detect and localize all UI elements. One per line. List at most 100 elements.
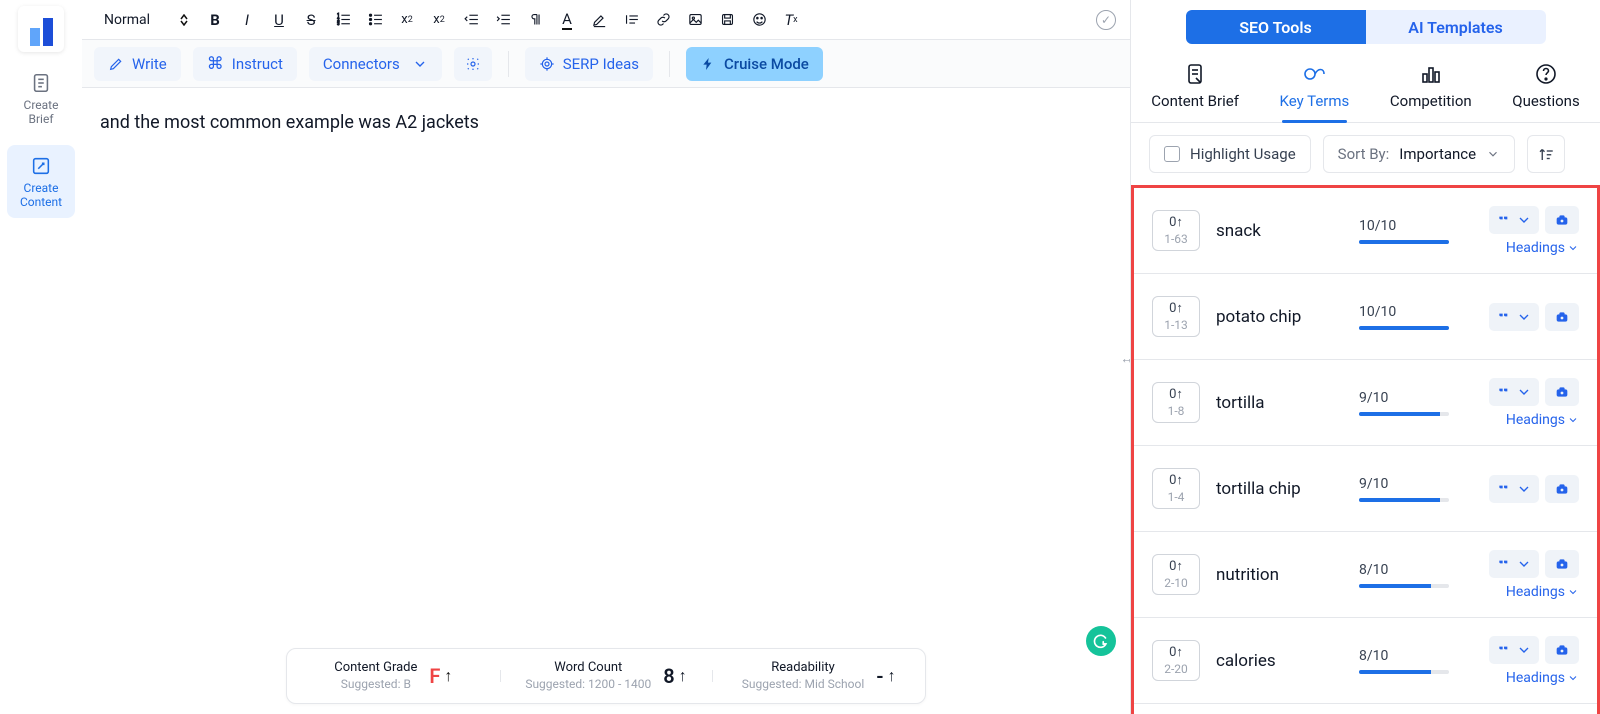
status-check-icon[interactable]: ✓ [1096, 10, 1116, 30]
term-camera-button[interactable] [1545, 636, 1579, 664]
indent-button[interactable] [490, 7, 516, 33]
write-button[interactable]: Write [94, 47, 181, 81]
quote-icon [1496, 309, 1512, 325]
term-actions: Headings [1469, 636, 1579, 686]
underline-button[interactable]: U [266, 7, 292, 33]
quote-icon [1496, 384, 1512, 400]
tab-content-brief[interactable]: Content Brief [1145, 52, 1245, 122]
content-grade-cell[interactable]: Content Grade Suggested: B F↑ [287, 660, 500, 691]
settings-button[interactable] [454, 47, 492, 81]
term-quote-dropdown[interactable] [1489, 550, 1539, 578]
image-icon [687, 11, 704, 28]
quote-icon [1496, 642, 1512, 658]
term-quote-dropdown[interactable] [1489, 206, 1539, 234]
term-range: 2-20 [1153, 662, 1199, 676]
term-count: 0↑ [1153, 645, 1199, 661]
term-count: 0↑ [1153, 215, 1199, 231]
key-terms-icon [1302, 62, 1326, 86]
blockquote-button[interactable] [618, 7, 644, 33]
highlight-usage-toggle[interactable]: Highlight Usage [1149, 135, 1311, 173]
term-count-box[interactable]: 0↑ 1-8 [1152, 382, 1200, 424]
sort-by-label: Sort By: [1338, 145, 1390, 163]
paragraph-direction-button[interactable] [522, 7, 548, 33]
command-icon: ⌘ [207, 54, 224, 74]
term-camera-button[interactable] [1545, 475, 1579, 503]
outdent-button[interactable] [458, 7, 484, 33]
term-quote-dropdown[interactable] [1489, 378, 1539, 406]
quote-icon [623, 11, 640, 28]
editor-area[interactable]: and the most common example was A2 jacke… [82, 88, 1130, 714]
create-brief-button[interactable]: Create Brief [7, 62, 75, 135]
term-count-box[interactable]: 0↑ 2-10 [1152, 554, 1200, 596]
outdent-icon [463, 11, 480, 28]
readability-cell[interactable]: Readability Suggested: Mid School -↑ [712, 660, 925, 691]
readability-sub: Suggested: Mid School [742, 677, 864, 692]
term-camera-button[interactable] [1545, 378, 1579, 406]
camera-icon [1554, 212, 1570, 228]
term-headings-link[interactable]: Headings [1506, 412, 1579, 428]
superscript-button[interactable]: x2 [426, 7, 452, 33]
term-headings-link[interactable]: Headings [1506, 584, 1579, 600]
tab-key-terms[interactable]: Key Terms [1274, 52, 1356, 122]
paragraph-style-dropdown[interactable]: Normal [96, 6, 196, 34]
clear-formatting-button[interactable]: Tx [778, 7, 804, 33]
camera-icon [1554, 556, 1570, 572]
instruct-button[interactable]: ⌘ Instruct [193, 47, 297, 81]
editor-content[interactable]: and the most common example was A2 jacke… [100, 112, 1112, 133]
subscript-button[interactable]: x2 [394, 7, 420, 33]
emoji-button[interactable] [746, 7, 772, 33]
logo[interactable] [18, 6, 64, 52]
serp-ideas-button[interactable]: SERP Ideas [525, 47, 653, 81]
camera-icon [1554, 309, 1570, 325]
image-button[interactable] [682, 7, 708, 33]
highlight-color-button[interactable] [586, 7, 612, 33]
save-button[interactable] [714, 7, 740, 33]
unordered-list-button[interactable] [362, 7, 388, 33]
cruise-mode-button[interactable]: Cruise Mode [686, 47, 823, 81]
link-button[interactable] [650, 7, 676, 33]
ai-templates-tab[interactable]: AI Templates [1366, 10, 1546, 44]
term-headings-link[interactable]: Headings [1506, 240, 1579, 256]
quote-icon [1496, 212, 1512, 228]
italic-button[interactable]: I [234, 7, 260, 33]
create-content-button[interactable]: Create Content [7, 145, 75, 218]
term-score: 9/10 [1359, 476, 1459, 502]
text-color-button[interactable]: A [554, 7, 580, 33]
stats-bar: Content Grade Suggested: B F↑ Word Count… [286, 648, 926, 704]
term-camera-button[interactable] [1545, 206, 1579, 234]
term-camera-button[interactable] [1545, 550, 1579, 578]
ordered-list-button[interactable]: 123 [330, 7, 356, 33]
term-range: 1-4 [1153, 490, 1199, 504]
quote-icon [1496, 556, 1512, 572]
grammarly-icon[interactable] [1086, 626, 1116, 656]
ordered-list-icon: 123 [335, 11, 352, 28]
word-count-cell[interactable]: Word Count Suggested: 1200 - 1400 8↑ [500, 660, 713, 691]
seo-tools-tab[interactable]: SEO Tools [1186, 10, 1366, 44]
tab-competition[interactable]: Competition [1384, 52, 1478, 122]
term-camera-button[interactable] [1545, 303, 1579, 331]
edit-icon [30, 155, 52, 177]
term-count-box[interactable]: 0↑ 2-20 [1152, 640, 1200, 682]
chevron-down-icon [412, 56, 428, 72]
term-quote-dropdown[interactable] [1489, 636, 1539, 664]
term-score-bar [1359, 326, 1449, 330]
bar-chart-icon [1419, 62, 1443, 86]
term-count-box[interactable]: 0↑ 1-63 [1152, 210, 1200, 252]
sort-direction-button[interactable] [1527, 135, 1565, 173]
term-headings-link[interactable]: Headings [1506, 670, 1579, 686]
term-count-box[interactable]: 0↑ 1-4 [1152, 468, 1200, 510]
sort-by-dropdown[interactable]: Sort By: Importance [1323, 135, 1515, 173]
tab-key-terms-label: Key Terms [1280, 92, 1350, 110]
tab-questions[interactable]: Questions [1506, 52, 1585, 122]
camera-icon [1554, 481, 1570, 497]
term-quote-dropdown[interactable] [1489, 303, 1539, 331]
term-count-box[interactable]: 0↑ 1-13 [1152, 296, 1200, 338]
bold-button[interactable]: B [202, 7, 228, 33]
key-terms-list: 0↑ 1-63 snack 10/10 Headings [1131, 185, 1600, 714]
connectors-dropdown[interactable]: Connectors [309, 47, 442, 81]
term-score: 8/10 [1359, 648, 1459, 674]
strikethrough-button[interactable]: S [298, 7, 324, 33]
term-row: 0↑ 1-63 snack 10/10 Headings [1134, 188, 1597, 274]
highlight-usage-label: Highlight Usage [1190, 145, 1296, 163]
term-quote-dropdown[interactable] [1489, 475, 1539, 503]
